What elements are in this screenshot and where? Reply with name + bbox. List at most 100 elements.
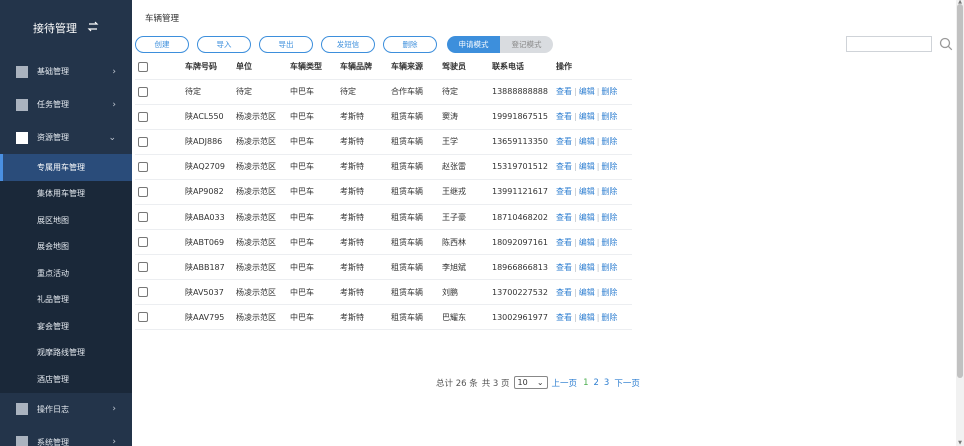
import-button[interactable]: 导入: [197, 36, 251, 53]
row-checkbox[interactable]: [138, 86, 148, 97]
delete-link[interactable]: 删除: [601, 263, 617, 272]
delete-link[interactable]: 删除: [601, 187, 617, 196]
edit-link[interactable]: 编辑: [579, 238, 595, 247]
edit-link[interactable]: 编辑: [579, 112, 595, 121]
sidebar-item-expo-map[interactable]: 展会地图: [0, 234, 132, 261]
action-separator: |: [574, 212, 577, 222]
edit-link[interactable]: 编辑: [579, 213, 595, 222]
table-cell: 19991867515: [492, 104, 556, 130]
column-header: 车牌号码: [185, 62, 217, 72]
swap-icon[interactable]: [87, 21, 99, 35]
apply-mode-button[interactable]: 申请模式: [447, 36, 500, 53]
action-separator: |: [596, 287, 600, 297]
table-cell: 陈西林: [442, 229, 492, 256]
view-link[interactable]: 查看: [556, 162, 572, 171]
sidebar-item-hotels[interactable]: 酒店管理: [0, 366, 132, 393]
row-checkbox[interactable]: [138, 237, 148, 248]
sidebar-group-logs[interactable]: 操作日志 ›: [0, 393, 132, 426]
view-link[interactable]: 查看: [556, 137, 572, 146]
next-page-link[interactable]: 下一页: [614, 377, 640, 389]
view-link[interactable]: 查看: [556, 187, 572, 196]
vertical-scrollbar[interactable]: ▲ ▼: [956, 0, 964, 446]
view-link[interactable]: 查看: [556, 112, 572, 121]
row-checkbox[interactable]: [138, 312, 148, 323]
sidebar-item-group-vehicles[interactable]: 集体用车管理: [0, 181, 132, 208]
view-link[interactable]: 查看: [556, 263, 572, 272]
page-size-select[interactable]: 10 ⌄: [513, 376, 548, 389]
delete-link[interactable]: 删除: [601, 213, 617, 222]
table-cell: 13659113350: [492, 129, 556, 155]
sidebar-group-tasks[interactable]: 任务管理 ›: [0, 88, 132, 121]
prev-page-link[interactable]: 上一页: [552, 377, 578, 389]
chevron-down-icon: ⌄: [108, 132, 116, 143]
export-button[interactable]: 导出: [259, 36, 313, 53]
table-cell: 陕ABT069: [185, 229, 236, 256]
table-cell: 中巴车: [290, 154, 340, 180]
table-cell: 陕AP9082: [185, 179, 236, 205]
view-link[interactable]: 查看: [556, 238, 572, 247]
delete-link[interactable]: 删除: [601, 313, 617, 322]
action-separator: |: [574, 237, 577, 247]
edit-link[interactable]: 编辑: [579, 87, 595, 96]
row-checkbox[interactable]: [138, 262, 148, 273]
view-link[interactable]: 查看: [556, 87, 572, 96]
row-checkbox[interactable]: [138, 287, 148, 298]
edit-link[interactable]: 编辑: [579, 162, 595, 171]
sidebar-item-exhibit-map[interactable]: 展区地图: [0, 207, 132, 234]
sidebar-group-label: 系统管理: [37, 437, 69, 446]
select-all-checkbox[interactable]: [138, 61, 148, 72]
row-select-cell: [135, 229, 185, 256]
table-cell: 中巴车: [290, 254, 340, 281]
view-link[interactable]: 查看: [556, 288, 572, 297]
sidebar-item-key-events[interactable]: 重点活动: [0, 260, 132, 287]
sidebar-group-system[interactable]: 系统管理 ›: [0, 426, 132, 446]
row-checkbox[interactable]: [138, 186, 148, 197]
delete-link[interactable]: 删除: [601, 87, 617, 96]
page-count: 共 3 页: [481, 378, 510, 389]
table-row: 陕AAV795 杨凌示范区 中巴车 考斯特 租赁车辆 巴耀东 13002961977 查看 | 编…: [135, 304, 632, 331]
view-link[interactable]: 查看: [556, 313, 572, 322]
edit-link[interactable]: 编辑: [579, 313, 595, 322]
view-link[interactable]: 查看: [556, 213, 572, 222]
row-checkbox[interactable]: [138, 136, 148, 147]
table-cell: 13991121617: [492, 179, 556, 205]
register-mode-button[interactable]: 登记模式: [500, 36, 553, 53]
page-link[interactable]: 3: [604, 378, 609, 388]
sidebar-group-label: 操作日志: [37, 404, 69, 414]
page-link[interactable]: 2: [593, 378, 598, 388]
create-button[interactable]: 创建: [135, 36, 189, 53]
edit-link[interactable]: 编辑: [579, 263, 595, 272]
edit-link[interactable]: 编辑: [579, 288, 595, 297]
row-actions: 查看 | 编辑 | 删除: [556, 129, 632, 155]
delete-link[interactable]: 删除: [601, 238, 617, 247]
row-checkbox[interactable]: [138, 212, 148, 223]
delete-link[interactable]: 删除: [601, 162, 617, 171]
edit-link[interactable]: 编辑: [579, 187, 595, 196]
search-input[interactable]: [846, 36, 932, 52]
delete-button[interactable]: 删除: [383, 36, 437, 53]
sidebar-item-gifts[interactable]: 礼品管理: [0, 287, 132, 314]
chevron-right-icon: ›: [112, 99, 116, 110]
scroll-thumb[interactable]: [957, 4, 963, 378]
edit-link[interactable]: 编辑: [579, 137, 595, 146]
scroll-down-icon[interactable]: ▼: [957, 440, 963, 446]
row-checkbox[interactable]: [138, 111, 148, 122]
delete-link[interactable]: 删除: [601, 288, 617, 297]
sidebar-item-dedicated-vehicles[interactable]: 专属用车管理: [0, 154, 132, 181]
search-icon[interactable]: [938, 36, 954, 52]
row-select-cell: [135, 129, 185, 155]
table-cell: 陕ABB187: [185, 254, 236, 281]
page-link-current[interactable]: 1: [583, 378, 588, 388]
delete-link[interactable]: 删除: [601, 137, 617, 146]
table-cell: 杨凌示范区: [236, 254, 290, 281]
sidebar-group-resources[interactable]: 资源管理 ⌄: [0, 121, 132, 154]
action-separator: |: [574, 312, 577, 322]
row-checkbox[interactable]: [138, 161, 148, 172]
row-select-cell: [135, 79, 185, 105]
delete-link[interactable]: 删除: [601, 112, 617, 121]
sidebar-item-tour-routes[interactable]: 观摩路线管理: [0, 340, 132, 367]
send-sms-button[interactable]: 发短信: [321, 36, 375, 53]
sidebar-group-basic[interactable]: 基础管理 ›: [0, 55, 132, 88]
sidebar-item-banquets[interactable]: 宴会管理: [0, 313, 132, 340]
sidebar-group-label: 资源管理: [37, 133, 69, 142]
